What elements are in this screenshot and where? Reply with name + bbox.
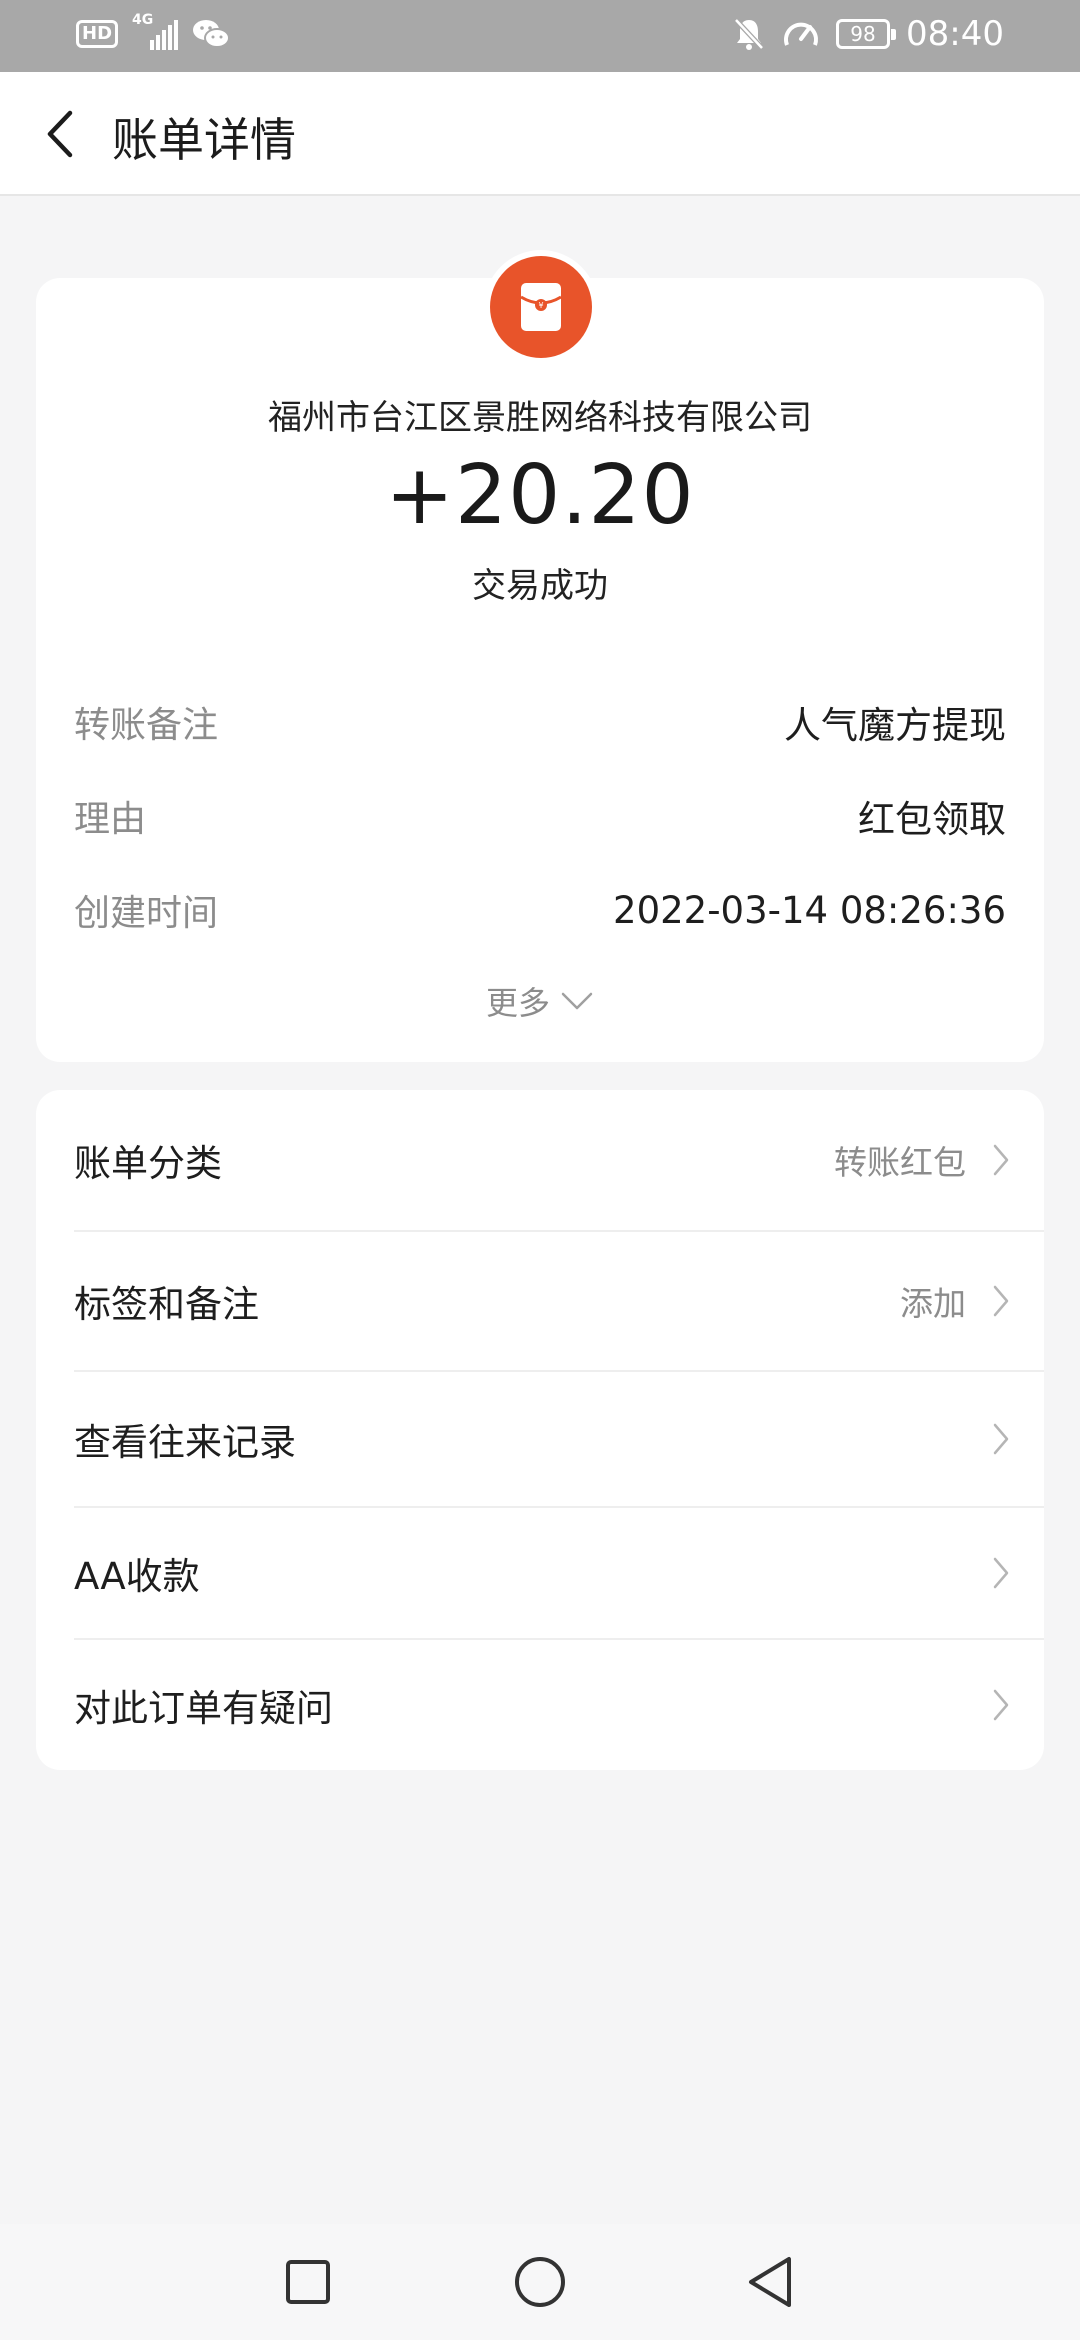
hd-icon: HD [76,20,119,48]
menu-item-tags-notes[interactable]: 标签和备注 添加 [74,1232,1044,1370]
red-packet-glyph: ¥ [520,283,562,331]
speedometer-icon [784,22,818,46]
detail-label: 转账备注 [74,705,219,746]
status-right: 98 08:40 [732,14,1004,54]
chevron-down-icon [561,992,593,1010]
menu-right [992,1422,1010,1456]
detail-row-reason: 理由 红包领取 [74,786,1006,846]
home-button[interactable] [510,2252,570,2312]
detail-row-remark: 转账备注 人气魔方提现 [74,692,1006,752]
chevron-right-icon [993,1285,1009,1317]
menu-right: 添加 [900,1277,1010,1325]
recent-apps-icon [286,2260,330,2304]
transaction-card: 福州市台江区景胜网络科技有限公司 +20.20 交易成功 转账备注 人气魔方提现… [36,278,1044,1062]
chevron-left-icon [47,110,73,158]
page-title: 账单详情 [112,113,296,167]
network-type-label: 4G [132,12,154,28]
chevron-right-icon [993,1423,1009,1455]
detail-value: 人气魔方提现 [784,704,1006,747]
signal-icon: 4G [132,12,179,50]
svg-text:¥: ¥ [538,301,543,310]
merchant-name: 福州市台江区景胜网络科技有限公司 [268,398,812,438]
status-bar: HD 4G 98 08:40 [0,0,1080,72]
more-label: 更多 [485,984,550,1022]
home-icon [515,2257,565,2307]
status-left: HD 4G [76,12,231,50]
transaction-status: 交易成功 [472,566,608,606]
detail-value: 2022-03-14 08:26:36 [613,888,1006,932]
chevron-right-icon [993,1144,1009,1176]
menu-value: 添加 [900,1284,966,1323]
detail-label: 创建时间 [74,893,219,934]
clock: 08:40 [906,14,1004,54]
detail-value: 红包领取 [858,798,1006,841]
detail-label: 理由 [74,799,147,840]
back-nav-button[interactable] [740,2252,800,2312]
menu-item-view-records[interactable]: 查看往来记录 [74,1372,1044,1506]
more-button[interactable]: 更多 [36,978,1044,1024]
menu-item-order-question[interactable]: 对此订单有疑问 [74,1640,1044,1770]
menu-right [992,1556,1010,1590]
chevron-right-icon [993,1557,1009,1589]
recent-apps-button[interactable] [278,2252,338,2312]
menu-label: 对此订单有疑问 [74,1687,333,1730]
menu-label: 账单分类 [74,1142,222,1185]
back-triangle-icon [749,2257,791,2307]
menu-value: 转账红包 [834,1143,966,1182]
menu-right [992,1688,1010,1722]
transaction-amount: +20.20 [385,448,695,543]
menu-label: 查看往来记录 [74,1421,296,1464]
menu-item-aa-collect[interactable]: AA收款 [74,1508,1044,1638]
back-button[interactable] [28,102,92,166]
mute-bell-icon [734,18,764,50]
menu-right: 转账红包 [834,1136,1010,1184]
red-packet-icon: ¥ [490,256,592,358]
menu-card: 账单分类 转账红包 标签和备注 添加 查看往来记录 AA收款 对此订单有疑问 [36,1090,1044,1770]
menu-label: 标签和备注 [74,1283,259,1326]
menu-label: AA收款 [74,1555,200,1598]
chevron-right-icon [993,1689,1009,1721]
detail-row-created-time: 创建时间 2022-03-14 08:26:36 [74,880,1006,940]
menu-item-bill-category[interactable]: 账单分类 转账红包 [74,1090,1044,1230]
system-nav-bar [0,2224,1080,2340]
app-bar: 账单详情 [0,72,1080,196]
wechat-icon [193,20,231,48]
battery-icon: 98 [836,19,897,49]
